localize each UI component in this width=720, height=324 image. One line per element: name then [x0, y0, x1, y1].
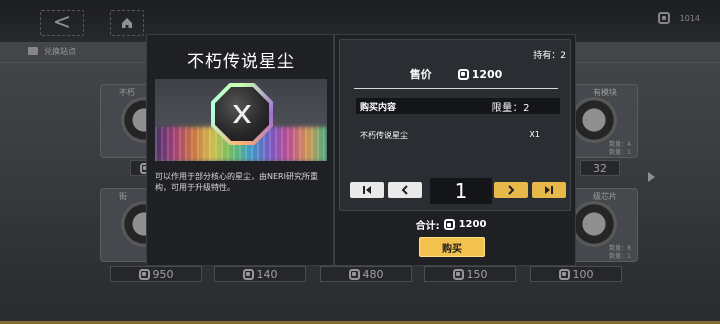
cross-blades-icon	[233, 105, 251, 123]
max-quantity-button[interactable]	[532, 182, 566, 198]
purchase-panel: 持有：2 售价 1200 购买内容 限量：2 不朽传说星尘 X1 1 合计: 1…	[334, 34, 576, 266]
purchase-details: 持有：2 售价 1200 购买内容 限量：2 不朽传说星尘 X1 1	[339, 39, 571, 211]
min-quantity-button[interactable]	[350, 182, 384, 198]
item-description: 可以作用于部分核心的星尘，由NERI研究所重构，可用于升级特性。	[155, 172, 318, 192]
purchase-limit: 限量：2	[491, 102, 530, 114]
total-row: 合计: 1200	[335, 217, 567, 232]
price-label: 售价	[409, 68, 432, 81]
buy-button[interactable]: 购买	[419, 237, 485, 257]
contents-header-row: 购买内容 限量：2	[356, 98, 560, 114]
item-info-panel: 不朽传说星尘 可以作用于部分核心的星尘，由NERI研究所重构，可用于升级特性。	[146, 34, 334, 266]
contents-item-row: 不朽传说星尘 X1	[360, 130, 540, 141]
total-label: 合计:	[415, 221, 440, 232]
owned-count: 持有：2	[533, 51, 566, 61]
price-value: 1200	[471, 67, 503, 81]
currency-icon	[457, 68, 469, 80]
divider	[354, 88, 558, 89]
chevron-left-icon	[401, 185, 408, 195]
chevron-right-icon	[508, 185, 515, 195]
increase-button[interactable]	[494, 182, 528, 198]
quantity-input[interactable]: 1	[430, 178, 492, 204]
contents-header: 购买内容	[360, 102, 397, 113]
currency-icon	[443, 219, 455, 230]
price-amount: 1200	[457, 67, 503, 81]
item-title: 不朽传说星尘	[187, 52, 295, 72]
price-row: 售价 1200	[340, 66, 572, 82]
total-value: 1200	[458, 219, 487, 230]
decrease-button[interactable]	[388, 182, 422, 198]
contents-item-name: 不朽传说星尘	[360, 131, 408, 140]
stardust-core-icon	[215, 87, 269, 141]
skip-to-first-icon	[363, 186, 371, 194]
quantity-stepper: 1	[350, 178, 566, 204]
item-image	[155, 79, 327, 161]
contents-item-qty: X1	[529, 130, 540, 139]
skip-to-last-icon	[545, 186, 553, 194]
